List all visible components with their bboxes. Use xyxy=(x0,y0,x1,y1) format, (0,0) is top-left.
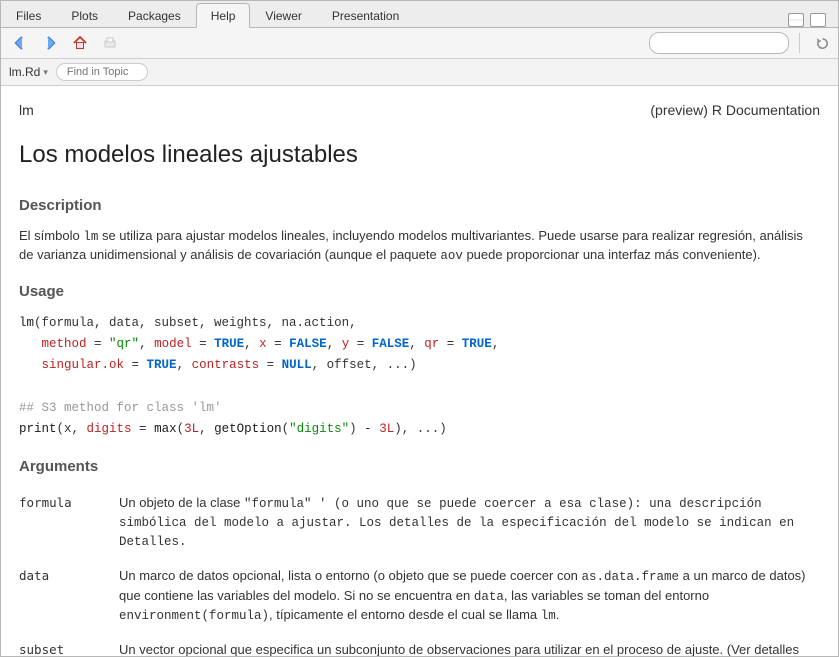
breadcrumb-label: lm.Rd xyxy=(9,65,40,79)
arguments-table: formula Un objeto de la clase "formula" … xyxy=(19,488,820,656)
help-pane: Files Plots Packages Help Viewer Present… xyxy=(0,0,839,657)
tab-plots[interactable]: Plots xyxy=(56,3,113,27)
tab-bar: Files Plots Packages Help Viewer Present… xyxy=(1,1,838,28)
description-text: El símbolo lm se utiliza para ajustar mo… xyxy=(19,227,820,265)
table-row: data Un marco de datos opcional, lista o… xyxy=(19,561,820,634)
section-usage: Usage xyxy=(19,281,820,303)
refresh-button[interactable] xyxy=(812,33,832,53)
section-description: Description xyxy=(19,195,820,217)
help-content[interactable]: lm (preview) R Documentation Los modelos… xyxy=(1,86,838,656)
usage-code: lm(formula, data, subset, weights, na.ac… xyxy=(19,313,820,441)
help-search-input[interactable] xyxy=(649,32,789,54)
forward-button[interactable] xyxy=(37,31,63,55)
section-arguments: Arguments xyxy=(19,456,820,478)
breadcrumb[interactable]: lm.Rd ▾ xyxy=(9,65,48,79)
tab-presentation[interactable]: Presentation xyxy=(317,3,414,27)
maximize-pane-button[interactable] xyxy=(810,13,826,27)
tab-packages[interactable]: Packages xyxy=(113,3,196,27)
tab-help[interactable]: Help xyxy=(196,3,251,28)
help-toolbar xyxy=(1,28,838,59)
home-button[interactable] xyxy=(67,31,93,55)
help-subbar: lm.Rd ▾ xyxy=(1,59,838,86)
back-button[interactable] xyxy=(7,31,33,55)
chevron-down-icon: ▾ xyxy=(43,67,48,78)
tab-files[interactable]: Files xyxy=(1,3,56,27)
doc-header: lm (preview) R Documentation xyxy=(19,100,820,120)
pane-controls xyxy=(788,13,832,27)
doc-source: (preview) R Documentation xyxy=(650,100,820,120)
page-title: Los modelos lineales ajustables xyxy=(19,138,820,173)
minimize-pane-button[interactable] xyxy=(788,13,804,27)
search-wrap xyxy=(649,32,789,54)
find-in-topic-input[interactable] xyxy=(56,63,148,81)
tab-viewer[interactable]: Viewer xyxy=(250,3,316,27)
print-button[interactable] xyxy=(97,31,123,55)
table-row: subset Un vector opcional que especifica… xyxy=(19,635,820,656)
table-row: formula Un objeto de la clase "formula" … xyxy=(19,488,820,561)
doc-topic: lm xyxy=(19,100,34,120)
